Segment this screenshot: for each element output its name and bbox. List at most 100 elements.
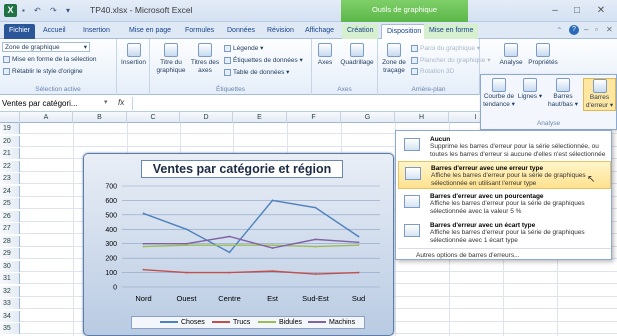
- tab-disposition[interactable]: Disposition: [381, 24, 428, 39]
- column-header[interactable]: H: [395, 112, 449, 123]
- error-bars-dropdown: Aucun Supprime les barres d'erreur pour …: [395, 130, 612, 260]
- chart-wall-button[interactable]: Paroi du graphique ▾: [411, 44, 480, 52]
- tab-creation[interactable]: Création: [342, 24, 379, 39]
- error-bars-button[interactable]: Barres d'erreur ▾: [583, 78, 616, 111]
- save-icon[interactable]: ▪: [22, 6, 25, 15]
- row-header[interactable]: 26: [0, 210, 20, 222]
- tab-accueil[interactable]: Accueil: [38, 24, 71, 39]
- analyse-popup: Courbe de tendance ▾ Lignes ▾ Barres hau…: [480, 74, 617, 130]
- data-point-trucs: [271, 270, 274, 273]
- proprietes-button[interactable]: Propriétés: [527, 43, 559, 66]
- row-header[interactable]: 24: [0, 185, 20, 197]
- doc-minimize-icon[interactable]: –: [584, 25, 588, 34]
- row-header[interactable]: 33: [0, 298, 20, 310]
- error-bars-label: Barres d'erreur: [585, 94, 610, 109]
- rotation-3d-button[interactable]: Rotation 3D: [411, 68, 454, 75]
- column-header[interactable]: B: [73, 112, 127, 123]
- tab-mise-en-page[interactable]: Mise en page: [124, 24, 176, 39]
- chart-legend[interactable]: Choses Trucs Bidules Machins: [131, 316, 365, 329]
- minimize-icon[interactable]: –: [545, 4, 565, 18]
- name-box[interactable]: Ventes par catégori...: [2, 98, 102, 109]
- chart-floor-button[interactable]: Plancher du graphique ▾: [411, 56, 491, 64]
- restore-icon[interactable]: □: [567, 4, 587, 18]
- column-header[interactable]: A: [20, 112, 73, 123]
- ribbon-minimize-icon[interactable]: ⌃: [556, 26, 563, 35]
- reset-style-button[interactable]: Rétablir le style d'origine: [3, 68, 83, 75]
- row-header[interactable]: 31: [0, 273, 20, 285]
- axes-button[interactable]: Axes: [315, 43, 335, 66]
- insert-function-icon[interactable]: fx: [118, 98, 124, 107]
- column-header[interactable]: C: [127, 112, 180, 123]
- chart-tools-context-title: Outils de graphique: [341, 0, 468, 22]
- axis-titles-button[interactable]: Titres des axes: [190, 43, 220, 75]
- tab-affichage[interactable]: Affichage: [300, 24, 339, 39]
- legend-button[interactable]: Légende ▾: [224, 44, 263, 52]
- data-labels-button[interactable]: Étiquettes de données ▾: [224, 56, 303, 64]
- row-header[interactable]: 28: [0, 235, 20, 247]
- error-bars-standard-error-item[interactable]: Barres d'erreur avec une erreur type Aff…: [398, 161, 611, 189]
- analyse-button[interactable]: Analyse: [497, 43, 525, 66]
- updown-bars-button[interactable]: Barres haut/bas ▾: [545, 78, 581, 109]
- row-header[interactable]: 34: [0, 310, 20, 322]
- doc-restore-icon[interactable]: ▫: [595, 25, 598, 34]
- lines-button[interactable]: Lignes ▾: [517, 78, 543, 101]
- row-header[interactable]: 35: [0, 323, 20, 335]
- plot-area-label: Zone de traçage: [382, 59, 406, 74]
- row-header[interactable]: 19: [0, 123, 20, 135]
- tab-mise-en-forme[interactable]: Mise en forme: [424, 24, 479, 39]
- data-point-trucs: [228, 271, 231, 274]
- close-icon[interactable]: ✕: [591, 4, 611, 18]
- redo-icon[interactable]: ↷: [50, 6, 57, 15]
- chart-title-label: Titre du graphique: [156, 59, 186, 74]
- column-header[interactable]: G: [341, 112, 395, 123]
- group-axes: Axes Quadrillage Axes: [312, 39, 378, 95]
- select-all-corner[interactable]: [0, 112, 20, 123]
- tab-revision[interactable]: Révision: [262, 24, 299, 39]
- window-title: TP40.xlsx - Microsoft Excel: [90, 5, 193, 15]
- qat-customize-icon[interactable]: ▾: [66, 6, 70, 15]
- row-header[interactable]: 21: [0, 148, 20, 160]
- undo-icon[interactable]: ↶: [34, 6, 41, 15]
- data-point-choses: [271, 199, 274, 202]
- format-selection-button[interactable]: Mise en forme de la sélection: [3, 56, 97, 63]
- data-table-button[interactable]: Table de données ▾: [224, 68, 289, 76]
- legend-item-bidules: Bidules: [258, 319, 302, 326]
- chart-area[interactable]: Ventes par catégorie et région 0 100 200 30…: [83, 153, 394, 336]
- row-header[interactable]: 29: [0, 248, 20, 260]
- error-bars-none-item[interactable]: Aucun Supprime les barres d'erreur pour …: [398, 133, 611, 161]
- column-header[interactable]: D: [180, 112, 233, 123]
- row-header[interactable]: 32: [0, 285, 20, 297]
- row-header[interactable]: 23: [0, 173, 20, 185]
- chart-element-combo[interactable]: Zone de graphique ▾: [2, 42, 90, 52]
- insertion-button[interactable]: Insertion: [120, 43, 147, 66]
- row-header[interactable]: 22: [0, 160, 20, 172]
- chart-plot-svg[interactable]: 0 100 200 300 400 500 600 700 Nord Ouest Centre Est…: [84, 154, 394, 336]
- column-header[interactable]: E: [233, 112, 287, 123]
- help-icon[interactable]: ?: [569, 25, 579, 35]
- data-point-machins: [228, 235, 231, 238]
- plot-area-button[interactable]: Zone de traçage: [381, 43, 407, 75]
- trendline-button[interactable]: Courbe de tendance ▾: [483, 78, 515, 109]
- menu-item-desc: Supprime les barres d'erreur pour la sér…: [430, 143, 606, 158]
- analyse-icon: [504, 43, 518, 57]
- doc-close-icon[interactable]: ✕: [606, 25, 613, 34]
- group-etiquettes: Titre du graphique Titres des axes Légen…: [150, 39, 312, 95]
- tab-donnees[interactable]: Données: [222, 24, 260, 39]
- tab-insertion[interactable]: Insertion: [78, 24, 115, 39]
- row-header[interactable]: 25: [0, 198, 20, 210]
- gridlines-button[interactable]: Quadrillage: [338, 43, 376, 66]
- row-header[interactable]: 20: [0, 135, 20, 147]
- row-header[interactable]: 30: [0, 260, 20, 272]
- chart-title-button[interactable]: Titre du graphique: [154, 43, 188, 75]
- excel-app-icon[interactable]: X: [4, 4, 17, 17]
- column-header[interactable]: F: [287, 112, 341, 123]
- tab-formules[interactable]: Formules: [180, 24, 219, 39]
- x-tick-label: Est: [267, 294, 279, 303]
- name-box-dropdown-icon[interactable]: ▾: [104, 98, 108, 106]
- row-header[interactable]: 27: [0, 223, 20, 235]
- error-bars-stddev-item[interactable]: Barres d'erreur avec un écart type Affic…: [398, 219, 611, 247]
- axes-icon: [318, 43, 332, 57]
- error-bars-percentage-item[interactable]: Barres d'erreur avec un pourcentage Affi…: [398, 190, 611, 218]
- more-error-bar-options-item[interactable]: Autres options de barres d'erreurs...: [398, 248, 611, 259]
- tab-fichier[interactable]: Fichier: [4, 24, 36, 39]
